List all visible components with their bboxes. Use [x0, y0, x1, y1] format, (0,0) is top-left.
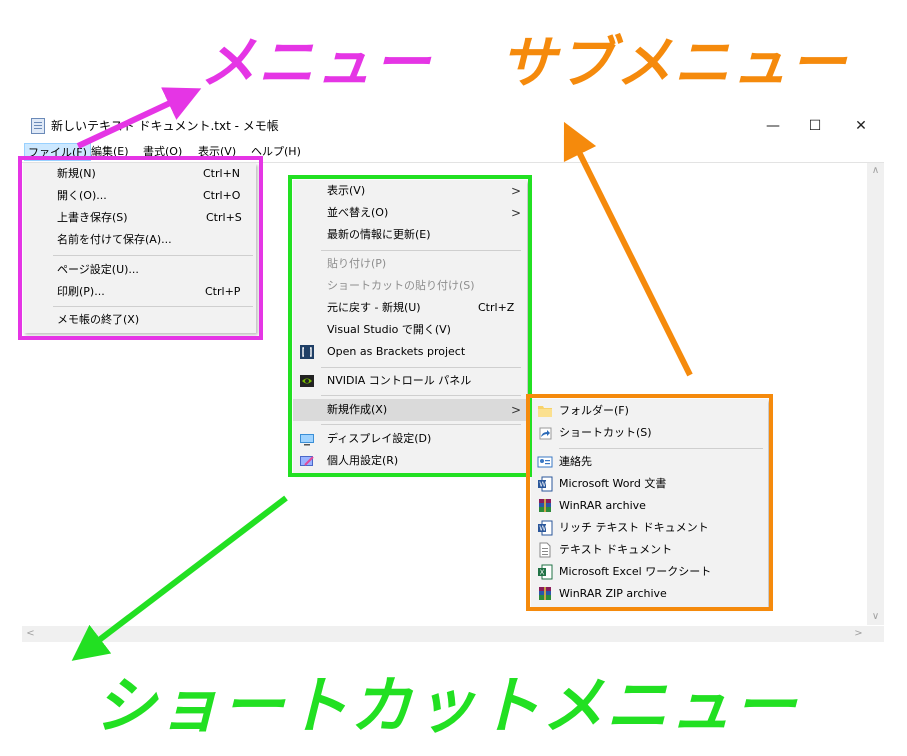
menu-annotation-label: メニュー	[200, 31, 432, 96]
annotation-arrows	[71, 87, 693, 661]
submenu-arrow	[563, 121, 693, 377]
submenu-annotation-label: サブメニュー	[500, 31, 848, 96]
menu-arrow	[76, 87, 202, 149]
shortcut-menu-annotation-label: ショートカットメニュー	[94, 669, 799, 742]
shortcut-menu-arrow	[71, 495, 288, 661]
